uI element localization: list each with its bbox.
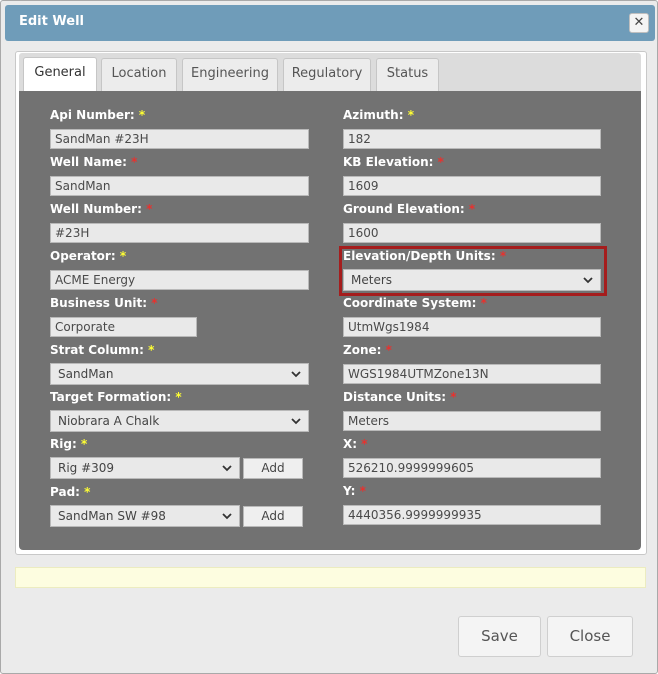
- required-marker: *: [148, 343, 155, 357]
- required-marker: *: [146, 202, 153, 216]
- status-message-bar: [15, 567, 646, 588]
- x-coordinate-input[interactable]: 526210.9999999605: [343, 458, 601, 478]
- tab-status[interactable]: Status: [376, 58, 439, 91]
- edit-well-dialog: Edit Well ✕ General Location Engineering…: [0, 0, 658, 674]
- pad-select[interactable]: SandMan SW #98: [50, 505, 240, 527]
- chevron-down-icon: [291, 371, 301, 378]
- rig-label: Rig: *: [50, 437, 88, 451]
- tab-location[interactable]: Location: [101, 58, 177, 91]
- kb-elevation-input[interactable]: 1609: [343, 176, 601, 196]
- well-number-input[interactable]: #23H: [50, 223, 309, 243]
- azimuth-label: Azimuth: *: [343, 108, 414, 122]
- required-marker: *: [407, 108, 414, 122]
- api-number-label: Api Number: *: [50, 108, 146, 122]
- business-unit-input[interactable]: Corporate: [50, 317, 197, 337]
- tab-regulatory[interactable]: Regulatory: [283, 58, 371, 91]
- add-rig-button[interactable]: Add: [243, 458, 303, 479]
- rig-value: Rig #309: [58, 461, 115, 475]
- business-unit-label: Business Unit: *: [50, 296, 158, 310]
- required-marker: *: [80, 437, 88, 451]
- save-button[interactable]: Save: [458, 616, 541, 657]
- required-marker: *: [84, 485, 91, 499]
- well-name-label: Well Name: *: [50, 155, 138, 169]
- required-marker: *: [151, 296, 158, 310]
- elevation-units-value: Meters: [351, 273, 393, 287]
- strat-column-value: SandMan: [58, 367, 114, 381]
- tab-general[interactable]: General: [23, 57, 97, 92]
- required-marker: *: [437, 155, 444, 169]
- well-name-input[interactable]: SandMan: [50, 176, 309, 196]
- elevation-units-label: Elevation/Depth Units: *: [343, 249, 507, 263]
- tab-engineering[interactable]: Engineering: [182, 58, 278, 91]
- distance-units-input[interactable]: Meters: [343, 411, 601, 431]
- chevron-down-icon: [222, 465, 232, 472]
- required-marker: *: [468, 202, 476, 216]
- chevron-down-icon: [291, 418, 301, 425]
- close-button[interactable]: Close: [547, 616, 633, 657]
- pad-label: Pad: *: [50, 485, 91, 499]
- coordinate-system-label: Coordinate System: *: [343, 296, 487, 310]
- operator-input[interactable]: ACME Energy: [50, 270, 309, 290]
- chevron-down-icon: [583, 277, 593, 284]
- zone-input[interactable]: WGS1984UTMZone13N: [343, 364, 601, 384]
- ground-elevation-input[interactable]: 1600: [343, 223, 601, 243]
- required-marker: *: [175, 390, 182, 404]
- dialog-title: Edit Well: [19, 14, 84, 29]
- dialog-titlebar: Edit Well: [5, 5, 655, 41]
- pad-value: SandMan SW #98: [58, 509, 166, 523]
- add-pad-button[interactable]: Add: [243, 506, 303, 527]
- strat-column-select[interactable]: SandMan: [50, 363, 309, 385]
- well-number-label: Well Number: *: [50, 202, 153, 216]
- required-marker: *: [138, 108, 146, 122]
- required-marker: *: [119, 249, 127, 263]
- coordinate-system-input[interactable]: UtmWgs1984: [343, 317, 601, 337]
- distance-units-label: Distance Units: *: [343, 390, 457, 404]
- operator-label: Operator: *: [50, 249, 127, 263]
- ground-elevation-label: Ground Elevation: *: [343, 202, 476, 216]
- y-coordinate-input[interactable]: 4440356.9999999935: [343, 505, 601, 525]
- required-marker: *: [450, 390, 457, 404]
- strat-column-label: Strat Column: *: [50, 343, 155, 357]
- required-marker: *: [131, 155, 138, 169]
- required-marker: *: [499, 249, 507, 263]
- azimuth-input[interactable]: 182: [343, 129, 601, 149]
- close-icon[interactable]: ✕: [629, 13, 649, 33]
- target-formation-label: Target Formation: *: [50, 390, 182, 404]
- required-marker: *: [480, 296, 487, 310]
- required-marker: *: [359, 484, 366, 498]
- chevron-down-icon: [222, 513, 232, 520]
- required-marker: *: [385, 343, 392, 357]
- target-formation-value: Niobrara A Chalk: [58, 414, 160, 428]
- zone-label: Zone: *: [343, 343, 392, 357]
- kb-elevation-label: KB Elevation: *: [343, 155, 444, 169]
- required-marker: *: [361, 437, 368, 451]
- api-number-input[interactable]: SandMan #23H: [50, 129, 309, 149]
- target-formation-select[interactable]: Niobrara A Chalk: [50, 410, 309, 432]
- y-coordinate-label: Y: *: [343, 484, 366, 498]
- elevation-units-select[interactable]: Meters: [343, 269, 601, 291]
- rig-select[interactable]: Rig #309: [50, 457, 240, 479]
- x-coordinate-label: X: *: [343, 437, 368, 451]
